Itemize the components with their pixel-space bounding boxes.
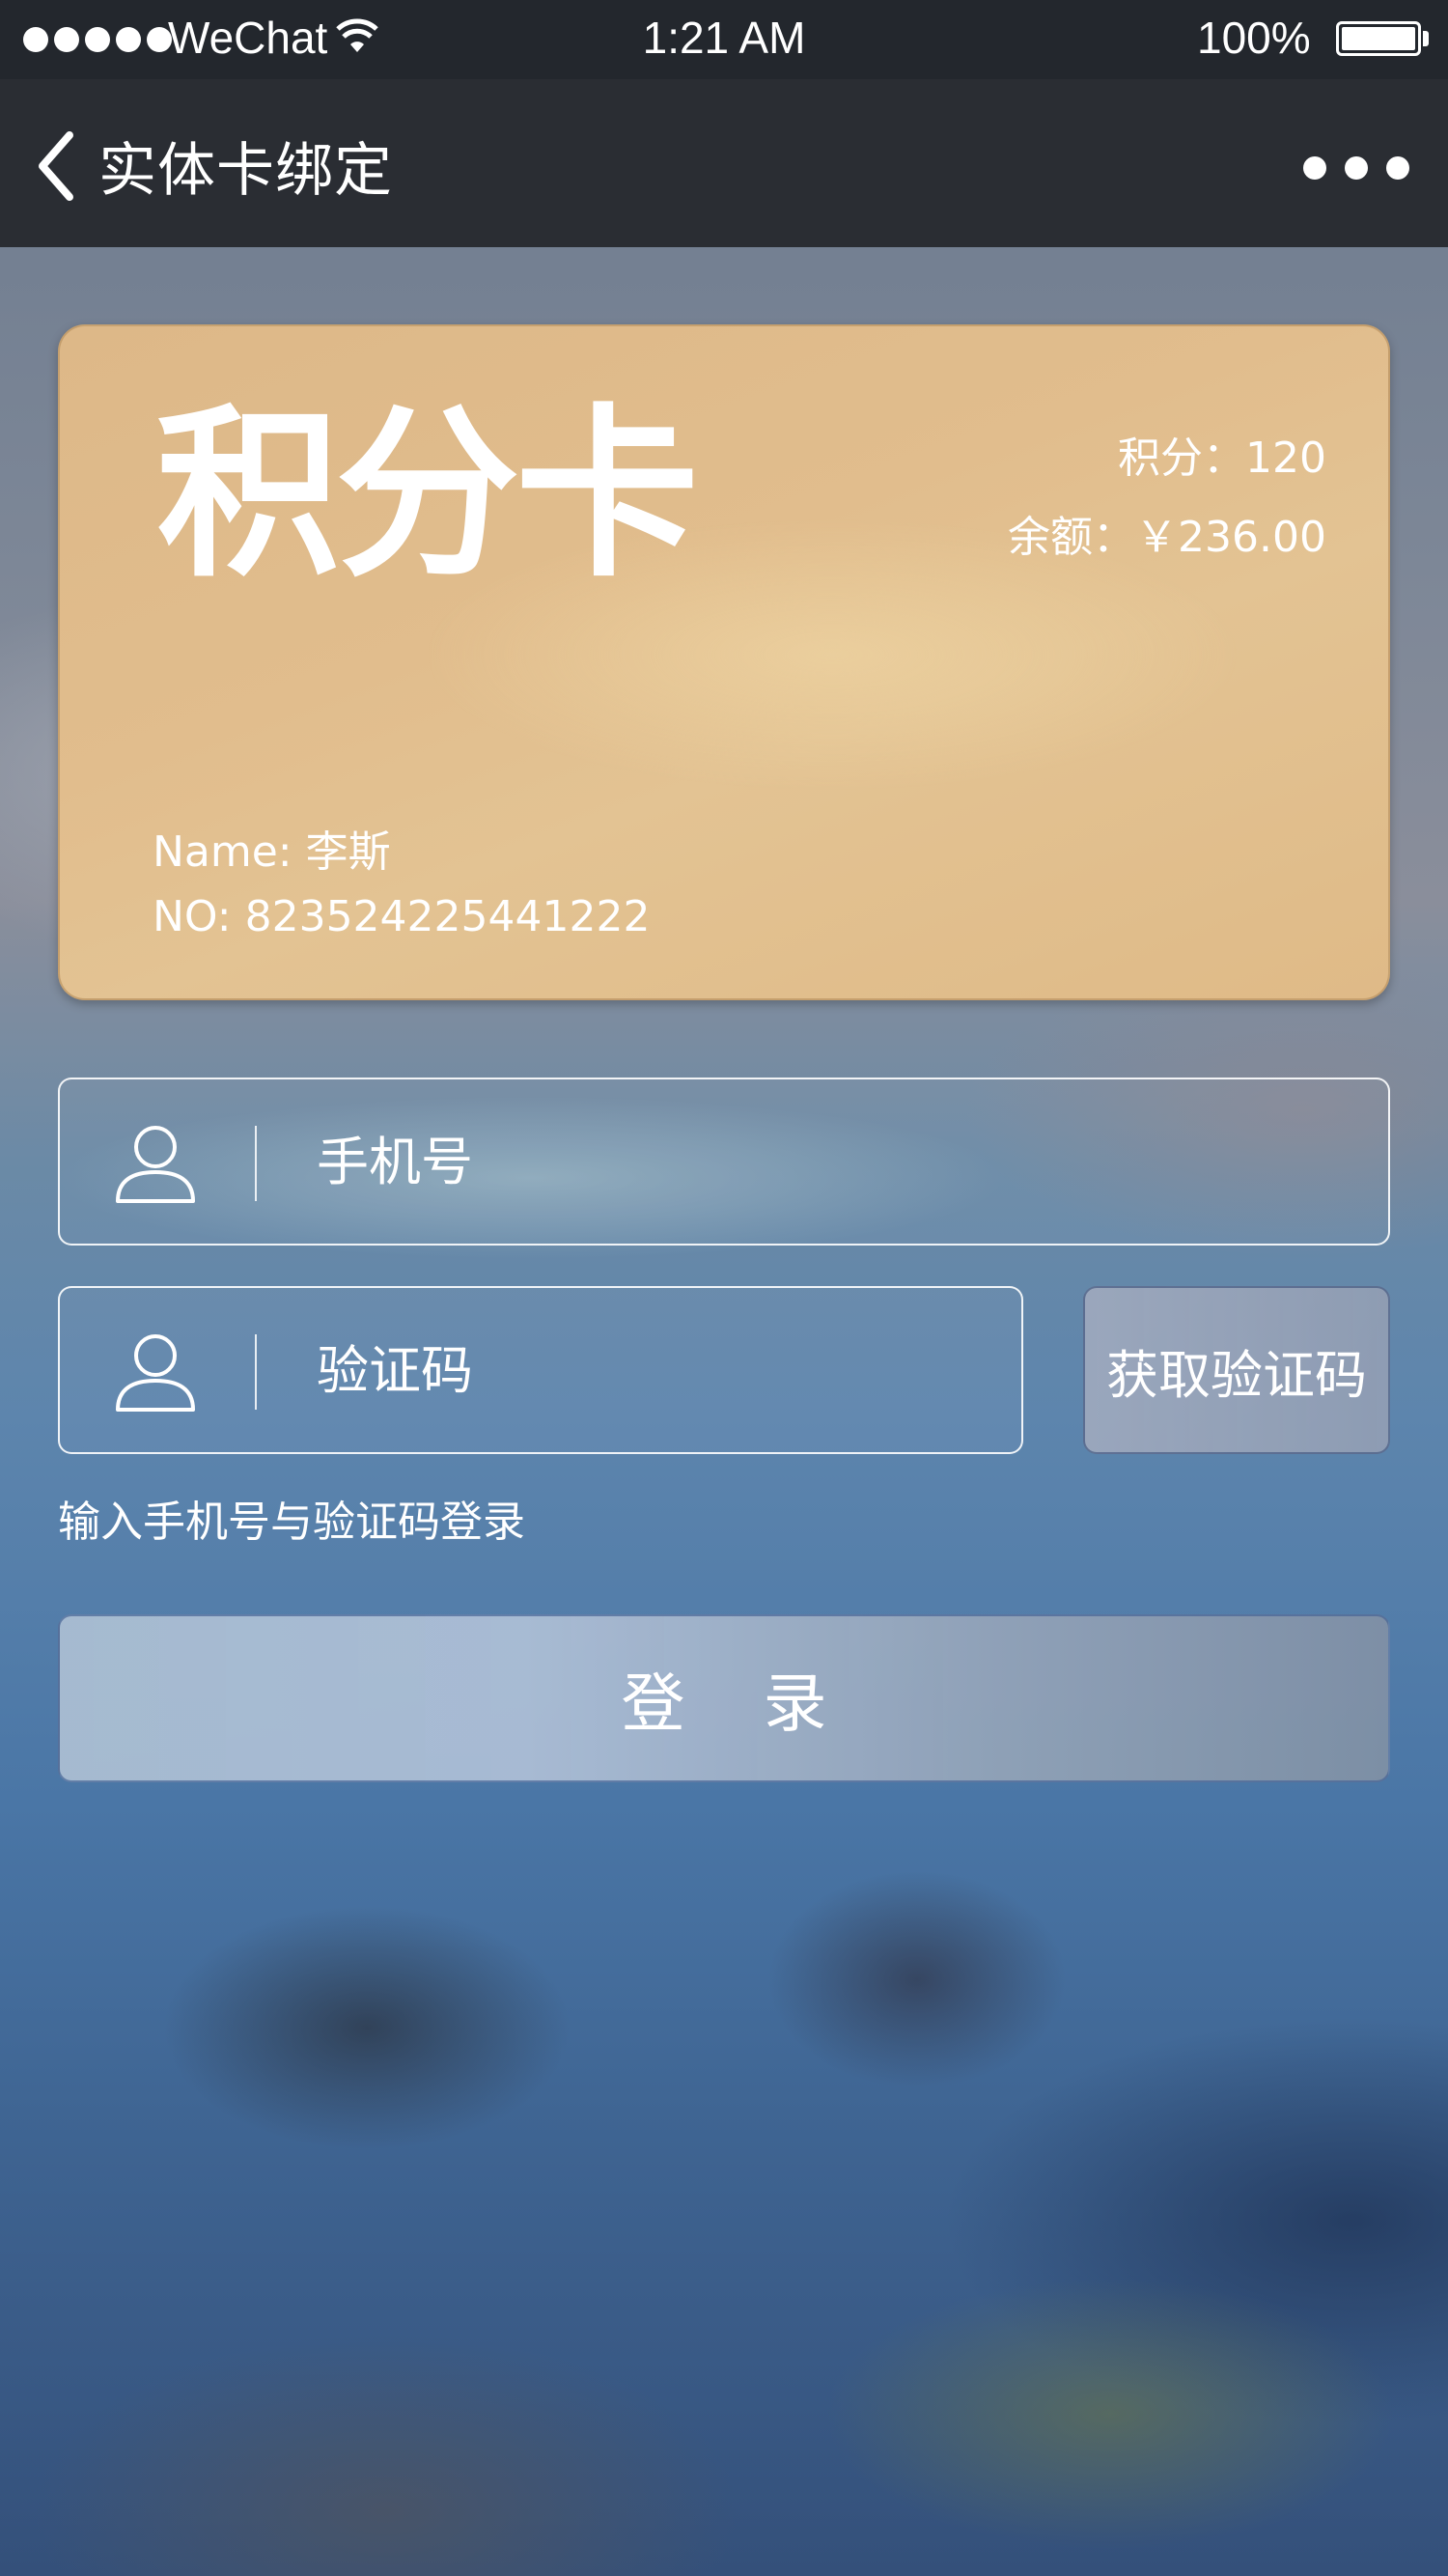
card-number: NO: 823524225441222 <box>153 892 651 941</box>
user-icon <box>116 1334 195 1412</box>
code-placeholder: 验证码 <box>317 1340 473 1401</box>
phone-placeholder: 手机号 <box>317 1132 473 1192</box>
page-title: 实体卡绑定 <box>98 137 393 205</box>
verification-code-input[interactable]: 验证码 <box>58 1286 1023 1454</box>
back-button[interactable]: 实体卡绑定 <box>33 124 393 208</box>
phone-input[interactable]: 手机号 <box>58 1078 1390 1246</box>
login-button[interactable]: 登 录 <box>58 1614 1390 1782</box>
status-bar: WeChat 1:21 AM 100% <box>0 0 1448 79</box>
card-points: 积分：120 <box>1118 434 1326 483</box>
battery-tip <box>1423 31 1429 46</box>
nav-bar: 实体卡绑定 <box>0 79 1448 247</box>
field-divider <box>255 1334 257 1410</box>
login-hint: 输入手机号与验证码登录 <box>58 1498 525 1547</box>
chevron-left-icon <box>39 130 73 201</box>
page: WeChat 1:21 AM 100% 实体卡绑定 积分卡 积分：120 余额：… <box>0 0 1448 2576</box>
more-dots-icon <box>1303 156 1326 180</box>
get-code-button[interactable]: 获取验证码 <box>1083 1286 1390 1454</box>
user-icon <box>116 1126 195 1203</box>
battery-icon <box>1336 21 1421 56</box>
points-card: 积分卡 积分：120 余额：￥236.00 Name: 李斯 NO: 82352… <box>58 324 1390 1000</box>
card-balance: 余额：￥236.00 <box>1008 513 1326 562</box>
card-title: 积分卡 <box>156 388 699 602</box>
more-button[interactable] <box>1303 149 1409 187</box>
field-divider <box>255 1126 257 1201</box>
card-holder-name: Name: 李斯 <box>153 827 391 877</box>
battery-percent: 100% <box>1197 13 1311 63</box>
